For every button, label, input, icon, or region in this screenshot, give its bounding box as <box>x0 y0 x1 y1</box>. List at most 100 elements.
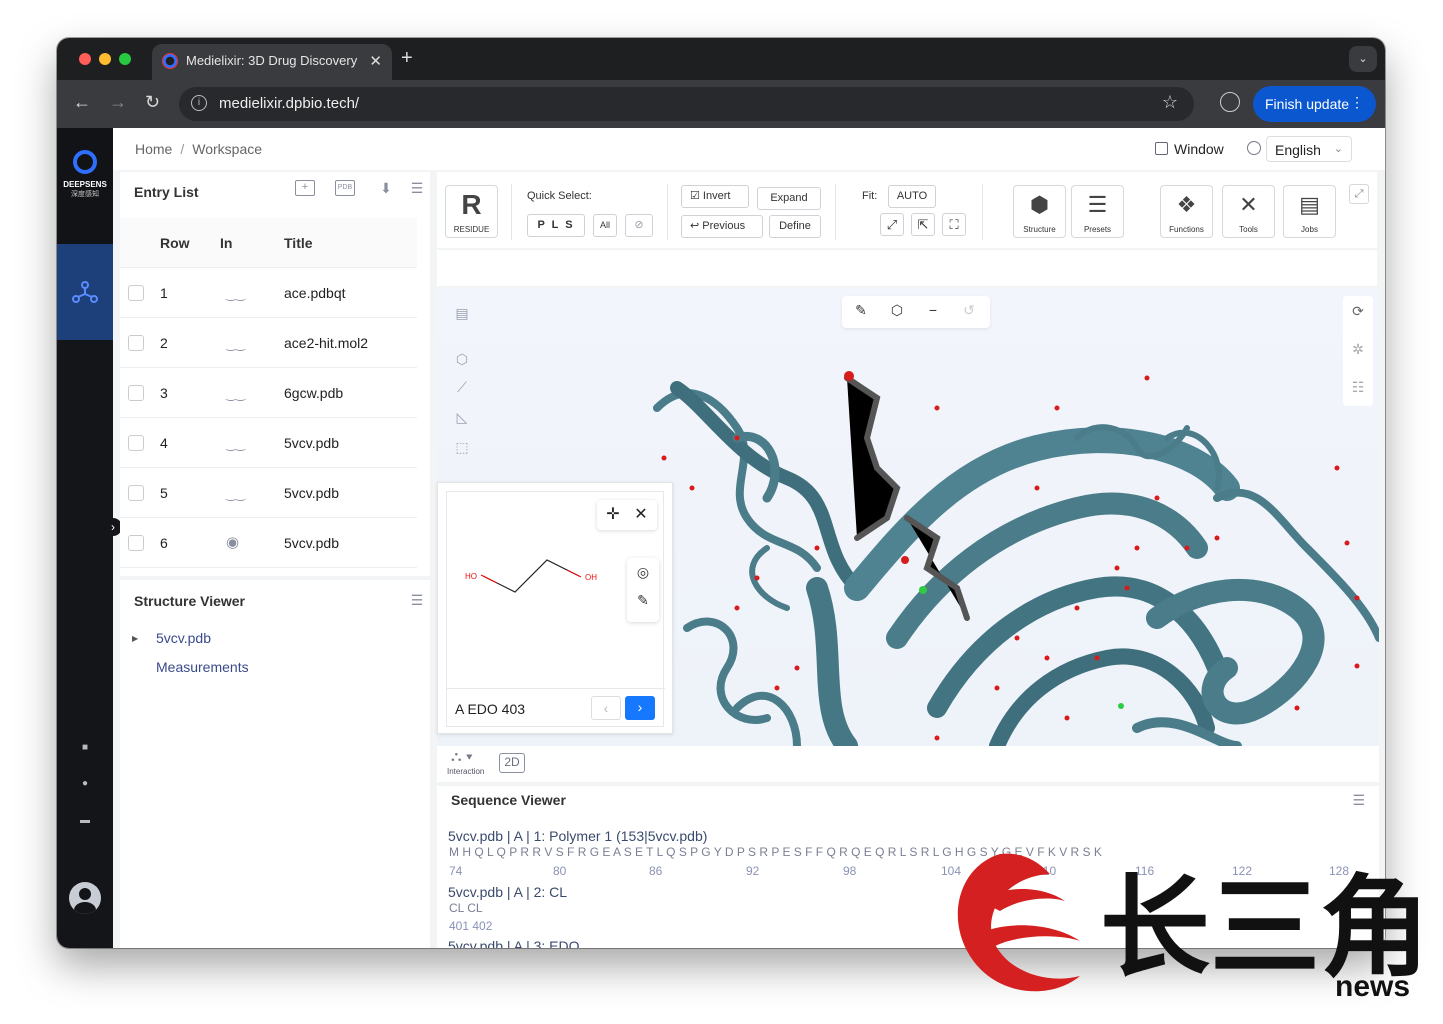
table-row[interactable]: 2 ‿‿ ace2-hit.mol2 <box>120 318 417 368</box>
aperture-icon[interactable]: ✲ <box>1347 338 1369 360</box>
list-menu-icon[interactable]: ☰ <box>407 180 427 198</box>
expand-button[interactable]: Expand <box>757 187 821 210</box>
mail-icon[interactable]: ▬ <box>79 815 91 826</box>
functions-button[interactable]: ❖ Functions <box>1160 185 1213 238</box>
settings-sliders-icon[interactable]: ☷ <box>1347 376 1369 398</box>
structure-viewer-panel: Structure Viewer ☰ ▶ 5vcv.pdb Measuremen… <box>120 580 430 948</box>
close-window-button[interactable] <box>79 53 91 65</box>
jobs-button[interactable]: ▤ Jobs <box>1283 185 1336 238</box>
language-select[interactable]: English ⌄ <box>1266 136 1352 162</box>
row-checkbox[interactable] <box>128 485 144 501</box>
row-checkbox[interactable] <box>128 435 144 451</box>
eye-closed-icon[interactable]: ‿‿ <box>226 337 246 351</box>
breadcrumb-home[interactable]: Home <box>135 141 172 157</box>
presets-button[interactable]: ☰ Presets <box>1071 185 1124 238</box>
clear-selection-icon[interactable]: ⊘ <box>625 214 653 237</box>
structure-label: Structure <box>1023 225 1056 234</box>
sequence-residues[interactable]: CL CL <box>449 901 483 915</box>
reload-icon[interactable]: ↻ <box>145 92 160 113</box>
new-tab-icon[interactable]: + <box>401 47 413 70</box>
profile-icon[interactable] <box>1220 92 1240 112</box>
table-row[interactable]: 6 ◉ 5vcv.pdb <box>120 518 417 568</box>
row-checkbox[interactable] <box>128 535 144 551</box>
fit-selection-icon[interactable]: ⇱ <box>911 213 935 236</box>
toolbar: R RESIDUE Quick Select: P L S All ⊘ ☑ In… <box>437 172 1377 248</box>
selection-box-icon[interactable]: ⬚ <box>451 436 473 458</box>
define-button[interactable]: Define <box>769 215 821 238</box>
download-icon[interactable]: ⬇ <box>376 180 396 198</box>
angle-icon[interactable]: ◺ <box>451 406 473 428</box>
row-title: 5vcv.pdb <box>284 485 339 501</box>
history-icon[interactable]: ↺ <box>956 302 982 322</box>
back-icon[interactable]: ← <box>73 92 91 113</box>
tab-bar: Medielixir: 3D Drug Discovery ✕ + ⌄ <box>57 38 1385 80</box>
add-folder-icon[interactable]: + <box>295 180 315 196</box>
invert-button[interactable]: ☑ Invert <box>681 185 749 208</box>
pdb-import-icon[interactable]: PDB <box>335 180 355 196</box>
url-field[interactable]: i medielixir.dpbio.tech/ ☆ <box>179 87 1194 121</box>
next-ligand-button[interactable]: › <box>625 696 655 720</box>
browser-tab[interactable]: Medielixir: 3D Drug Discovery ✕ <box>152 44 392 80</box>
table-row[interactable]: 3 ‿‿ 6gcw.pdb <box>120 368 417 418</box>
rotate-icon[interactable]: ⟳ <box>1347 300 1369 322</box>
previous-button[interactable]: ↩ Previous <box>681 215 763 238</box>
user-avatar[interactable] <box>69 882 101 914</box>
help-icon[interactable]: ● <box>79 778 91 789</box>
eye-closed-icon[interactable]: ‿‿ <box>226 487 246 501</box>
2d-toggle-button[interactable]: 2D <box>499 753 525 773</box>
row-checkbox[interactable] <box>128 335 144 351</box>
quick-select-input[interactable]: P L S <box>527 214 585 237</box>
select-all-button[interactable]: All <box>593 214 617 237</box>
structure-menu-icon[interactable]: ☰ <box>407 592 427 610</box>
close-tab-icon[interactable]: ✕ <box>369 52 382 70</box>
tab-title: Medielixir: 3D Drug Discovery <box>186 53 358 68</box>
sequence-menu-icon[interactable]: ☰ <box>1352 792 1365 809</box>
minimize-window-button[interactable] <box>99 53 111 65</box>
eye-closed-icon[interactable]: ‿‿ <box>226 437 246 451</box>
target-icon[interactable]: ◎ <box>631 564 655 588</box>
residue-button[interactable]: R RESIDUE <box>445 185 498 238</box>
fullscreen-icon[interactable]: ⤢ <box>1349 184 1369 204</box>
fit-auto-button[interactable]: AUTO <box>888 185 936 208</box>
site-info-icon[interactable]: i <box>191 95 207 111</box>
move-icon[interactable]: ✛ <box>601 504 625 526</box>
eye-open-icon[interactable]: ◉ <box>226 533 246 551</box>
close-icon[interactable]: ✕ <box>629 504 653 526</box>
table-row[interactable]: 1 ‿‿ ace.pdbqt <box>120 268 417 318</box>
window-button[interactable]: Window <box>1155 141 1224 157</box>
undo-arrow-icon: ↩ <box>690 220 703 232</box>
prev-ligand-button[interactable]: ‹ <box>591 696 621 720</box>
eye-closed-icon[interactable]: ‿‿ <box>226 387 246 401</box>
tab-menu-icon[interactable]: ⌄ <box>1349 46 1377 72</box>
bookmark-star-icon[interactable]: ☆ <box>1162 92 1178 113</box>
layers-icon[interactable]: ▤ <box>451 302 473 324</box>
column-row: Row <box>160 235 190 251</box>
ligand-2d-card: HO OH ✛ ✕ ◎ ✎ A EDO 403 ‹ › <box>446 491 665 727</box>
eye-closed-icon[interactable]: ‿‿ <box>226 287 246 301</box>
ruler-icon[interactable]: ⟋ <box>451 376 473 398</box>
table-row[interactable]: 5 ‿‿ 5vcv.pdb <box>120 468 417 518</box>
sidebar-item-workspace[interactable] <box>57 244 113 340</box>
cube-icon[interactable]: ⬡ <box>884 302 910 322</box>
table-row[interactable]: 4 ‿‿ 5vcv.pdb <box>120 418 417 468</box>
row-checkbox[interactable] <box>128 385 144 401</box>
row-checkbox[interactable] <box>128 285 144 301</box>
tree-item-structure[interactable]: 5vcv.pdb <box>156 630 211 646</box>
expand-arrow-icon[interactable]: ▶ <box>132 634 138 643</box>
folder-icon[interactable]: ■ <box>79 742 91 753</box>
fit-frame-icon[interactable]: ⛶ <box>942 213 966 236</box>
pencil-icon[interactable]: ✎ <box>631 592 655 616</box>
brush-icon[interactable]: ✎ <box>848 302 874 322</box>
fit-all-icon[interactable]: ⤢ <box>880 213 904 236</box>
minus-icon[interactable]: − <box>920 302 946 322</box>
tools-button[interactable]: ✕ Tools <box>1222 185 1275 238</box>
tree-item-measurements[interactable]: Measurements <box>156 659 249 675</box>
cube-outline-icon[interactable]: ⬡ <box>451 348 473 370</box>
finish-update-button[interactable]: Finish update ⋮ <box>1253 86 1376 122</box>
divider <box>835 184 836 240</box>
forward-icon[interactable]: → <box>109 92 127 113</box>
interaction-icon[interactable]: ⛬ ▾ <box>451 748 473 765</box>
structure-button[interactable]: ⬢ Structure <box>1013 185 1066 238</box>
maximize-window-button[interactable] <box>119 53 131 65</box>
brand-logo[interactable]: DEEPSENS 深度感知 <box>57 128 113 244</box>
